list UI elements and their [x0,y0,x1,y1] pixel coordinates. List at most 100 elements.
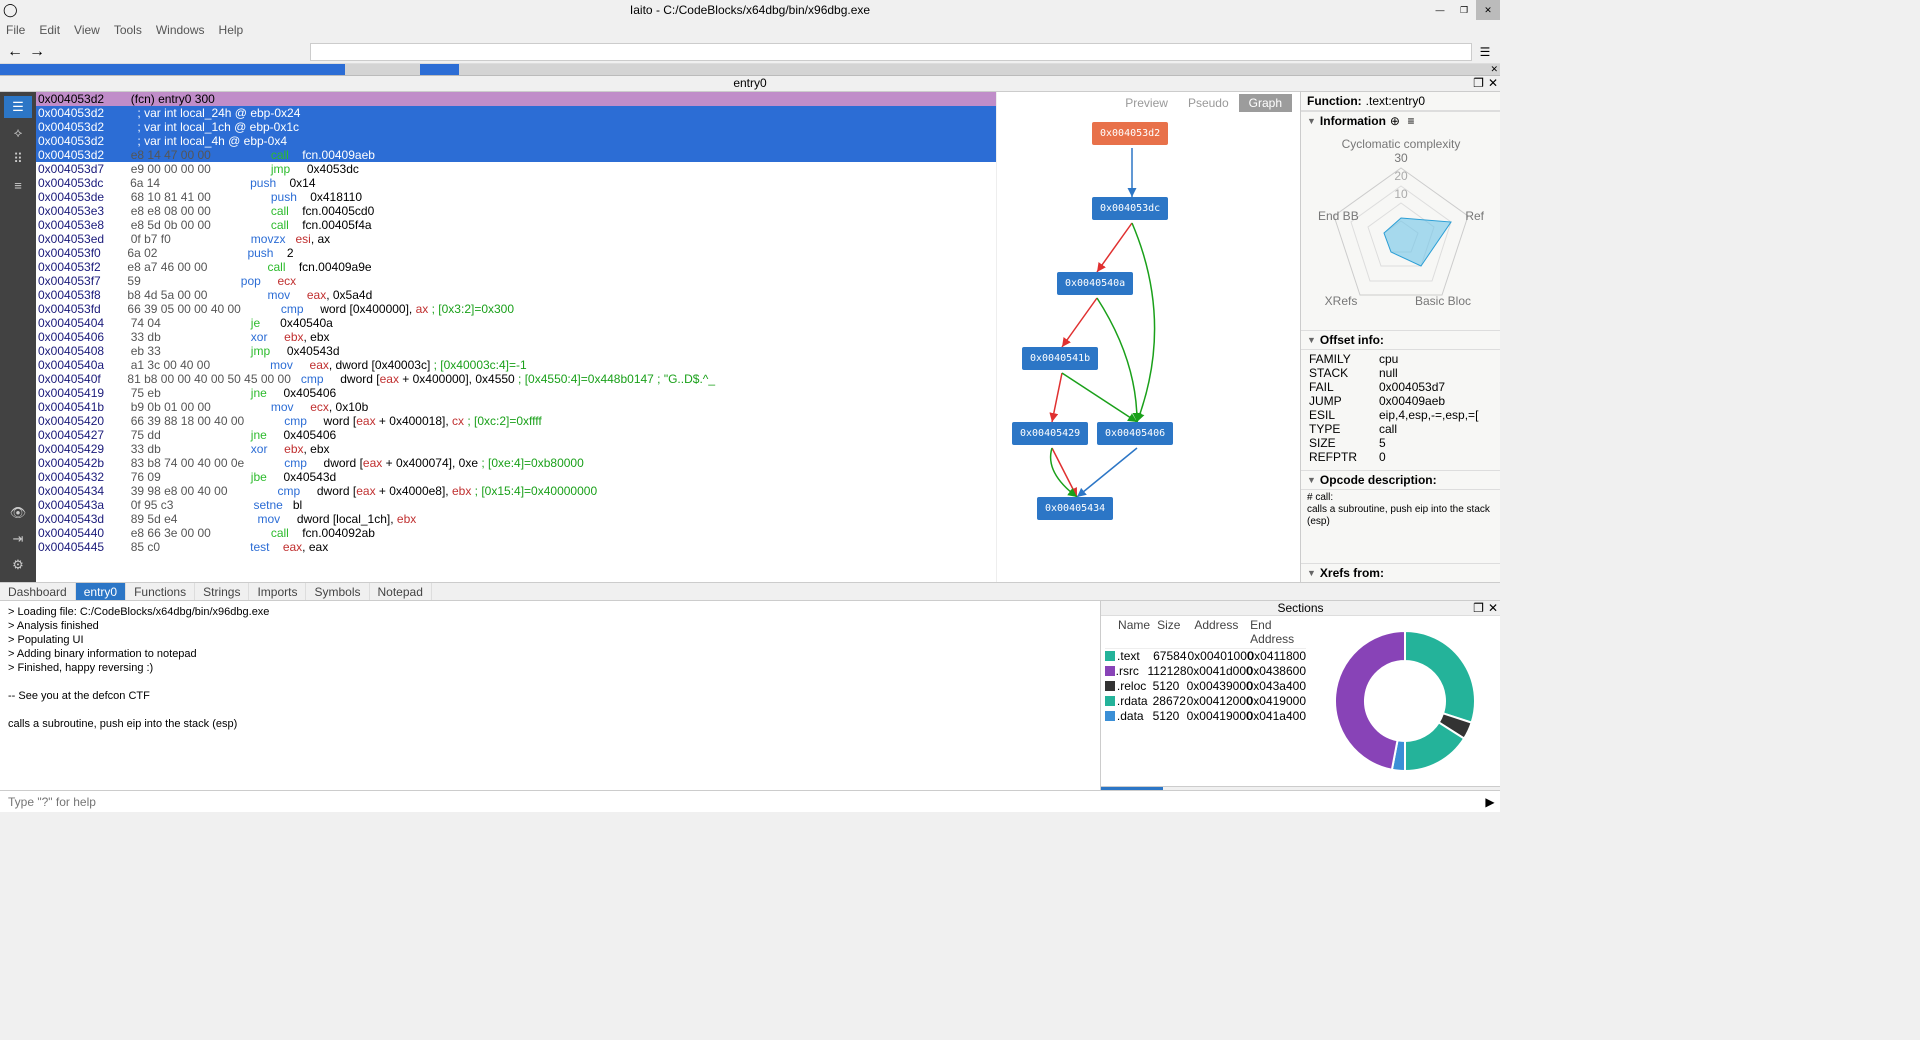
sections-table[interactable]: NameSizeAddressEnd Address .text675840x0… [1101,616,1310,786]
title-bar: ◯ Iaito - C:/CodeBlocks/x64dbg/bin/x96db… [0,0,1500,20]
disasm-row[interactable]: 0x004053dc 6a 14 push 0x14 [36,176,996,190]
section-row[interactable]: .text675840x004010000x0411800 [1105,649,1306,664]
menu-tools[interactable]: Tools [114,23,142,37]
disasm-row[interactable]: 0x004053e8 e8 5d 0b 00 00 call fcn.00405… [36,218,996,232]
disasm-row[interactable]: 0x0040543a 0f 95 c3 setne bl [36,498,996,512]
graph-node[interactable]: 0x004053d2 [1092,122,1168,145]
settings-icon[interactable]: ⚙ [4,554,32,576]
disasm-row[interactable]: 0x00405408 eb 33 jmp 0x40543d [36,344,996,358]
graph-node[interactable]: 0x0040541b [1022,347,1098,370]
section-opcode[interactable]: ▼Opcode description: [1301,470,1500,489]
toolbar: ← → ☰ [0,40,1500,64]
address-input[interactable] [310,43,1472,61]
graph-node[interactable]: 0x0040540a [1057,272,1133,295]
back-button[interactable]: ← [6,43,24,61]
disasm-row[interactable]: 0x004053d2 ; var int local_24h @ ebp-0x2… [36,106,996,120]
disasm-row[interactable]: 0x004053d7 e9 00 00 00 00 jmp 0x4053dc [36,162,996,176]
disasm-row[interactable]: 0x004053d2 ; var int local_1ch @ ebp-0x1… [36,120,996,134]
list-view-icon[interactable]: ☰ [1476,43,1494,61]
disasm-row[interactable]: 0x0040542b 83 b8 74 00 40 00 0e cmp dwor… [36,456,996,470]
disasm-row[interactable]: 0x0040543d 89 5d e4 mov dword [local_1ch… [36,512,996,526]
tab-graph[interactable]: Graph [1239,94,1292,112]
exit-icon[interactable]: ⇥ [4,528,32,550]
disasm-row[interactable]: 0x004053f2 e8 a7 46 00 00 call fcn.00409… [36,260,996,274]
disasm-row[interactable]: 0x0040540a a1 3c 00 40 00 mov eax, dword… [36,358,996,372]
disasm-row[interactable]: 0x004053d2 ; var int local_4h @ ebp-0x4 [36,134,996,148]
menu-edit[interactable]: Edit [39,23,60,37]
graph-node[interactable]: 0x00405406 [1097,422,1173,445]
disasm-row[interactable]: 0x00405419 75 eb jne 0x405406 [36,386,996,400]
maximize-button[interactable]: ❐ [1452,0,1476,20]
disasm-row[interactable]: 0x004053f7 59 pop ecx [36,274,996,288]
eye-icon[interactable]: 👁 [4,502,32,524]
disasm-row[interactable]: 0x00405404 74 04 je 0x40540a [36,316,996,330]
segment-close-icon[interactable]: ✕ [1490,64,1498,75]
radar-chart: Cyclomatic complexity 30 20 10 Ref Basic… [1301,130,1500,330]
tab-entry0[interactable]: entry0 [76,583,126,600]
forward-button[interactable]: → [28,43,46,61]
disasm-row[interactable]: 0x004053e3 e8 e8 08 00 00 call fcn.00405… [36,204,996,218]
tab-notepad[interactable]: Notepad [370,583,432,600]
tab-preview[interactable]: Preview [1115,94,1178,112]
disasm-row[interactable]: 0x00405445 85 c0 test eax, eax [36,540,996,554]
disasm-row[interactable]: 0x0040541b b9 0b 01 00 00 mov ecx, 0x10b [36,400,996,414]
disasm-row[interactable]: 0x00405432 76 09 jbe 0x40543d [36,470,996,484]
menu-help[interactable]: Help [219,23,244,37]
disasm-row[interactable]: 0x00405427 75 dd jne 0x405406 [36,428,996,442]
disasm-row[interactable]: 0x004053ed 0f b7 f0 movzx esi, ax [36,232,996,246]
disasm-row[interactable]: 0x004053d2 (fcn) entry0 300 [36,92,996,106]
section-row[interactable]: .data51200x004190000x041a400 [1105,709,1306,724]
disasm-row[interactable]: 0x004053f8 b8 4d 5a 00 00 mov eax, 0x5a4… [36,288,996,302]
panel-close-icon[interactable]: ✕ [1488,76,1498,90]
left-sidebar: ☰ ⟡ ⠿ ≡ 👁 ⇥ ⚙ [0,92,36,582]
disasm-row[interactable]: 0x00405406 33 db xor ebx, ebx [36,330,996,344]
panel-menu-icon[interactable]: ≡ [1404,114,1418,128]
command-input[interactable] [0,792,1100,812]
graph-node[interactable]: 0x004053dc [1092,197,1168,220]
section-row[interactable]: .rsrc1121280x0041d0000x0438600 [1105,664,1306,679]
tab-pseudo[interactable]: Pseudo [1178,94,1239,112]
menu-file[interactable]: File [6,23,25,37]
disasm-view-icon[interactable]: ☰ [4,96,32,118]
disasm-row[interactable]: 0x00405429 33 db xor ebx, ebx [36,442,996,456]
function-name: entry0 [733,76,766,90]
panel-popout-icon[interactable]: ❐ [1473,601,1484,615]
disasm-row[interactable]: 0x00405420 66 39 88 18 00 40 00 cmp word… [36,414,996,428]
tab-strings[interactable]: Strings [195,583,249,600]
graph-panel[interactable]: Preview Pseudo Graph 0x004053d2 0x004053d… [996,92,1300,582]
disasm-row[interactable]: 0x00405440 e8 66 3e 00 00 call fcn.00409… [36,526,996,540]
panel-close-icon[interactable]: ✕ [1488,601,1498,615]
function-label: Function: [1307,94,1362,108]
disasm-row[interactable]: 0x004053fd 66 39 05 00 00 40 00 cmp word… [36,302,996,316]
disasm-row[interactable]: 0x004053d2 e8 14 47 00 00 call fcn.00409… [36,148,996,162]
tab-symbols[interactable]: Symbols [306,583,369,600]
graph-node[interactable]: 0x00405434 [1037,497,1113,520]
graph-node[interactable]: 0x00405429 [1012,422,1088,445]
hex-view-icon[interactable]: ⠿ [4,148,32,170]
disasm-row[interactable]: 0x004053f0 6a 02 push 2 [36,246,996,260]
section-information[interactable]: ▼ Information ⊕ ≡ [1301,111,1500,130]
memory-segment-bar[interactable]: ✕ [0,64,1500,76]
menu-windows[interactable]: Windows [156,23,205,37]
menu-view[interactable]: View [74,23,100,37]
list-icon[interactable]: ≡ [4,174,32,196]
section-offset[interactable]: ▼Offset info: [1301,330,1500,349]
tab-imports[interactable]: Imports [249,583,306,600]
graph-view-icon[interactable]: ⟡ [4,122,32,144]
minimize-button[interactable]: — [1428,0,1452,20]
section-row[interactable]: .reloc51200x004390000x043a400 [1105,679,1306,694]
close-button[interactable]: ✕ [1476,0,1500,20]
disasm-row[interactable]: 0x00405434 39 98 e8 00 40 00 cmp dword [… [36,484,996,498]
disasm-row[interactable]: 0x004053de 68 10 81 41 00 push 0x418110 [36,190,996,204]
section-row[interactable]: .rdata286720x004120000x0419000 [1105,694,1306,709]
app-logo-icon: ◯ [3,2,18,18]
pin-icon[interactable]: ⊕ [1390,114,1400,128]
tab-dashboard[interactable]: Dashboard [0,583,76,600]
svg-text:XRefs: XRefs [1324,294,1357,308]
tab-functions[interactable]: Functions [126,583,195,600]
panel-popout-icon[interactable]: ❐ [1473,76,1484,90]
section-xrefs[interactable]: ▼Xrefs from: [1301,563,1500,582]
disasm-row[interactable]: 0x0040540f 81 b8 00 00 40 00 50 45 00 00… [36,372,996,386]
run-button[interactable]: ▶ [1480,792,1500,812]
disassembly-listing[interactable]: 0x004053d2 (fcn) entry0 3000x004053d2 ; … [36,92,996,582]
